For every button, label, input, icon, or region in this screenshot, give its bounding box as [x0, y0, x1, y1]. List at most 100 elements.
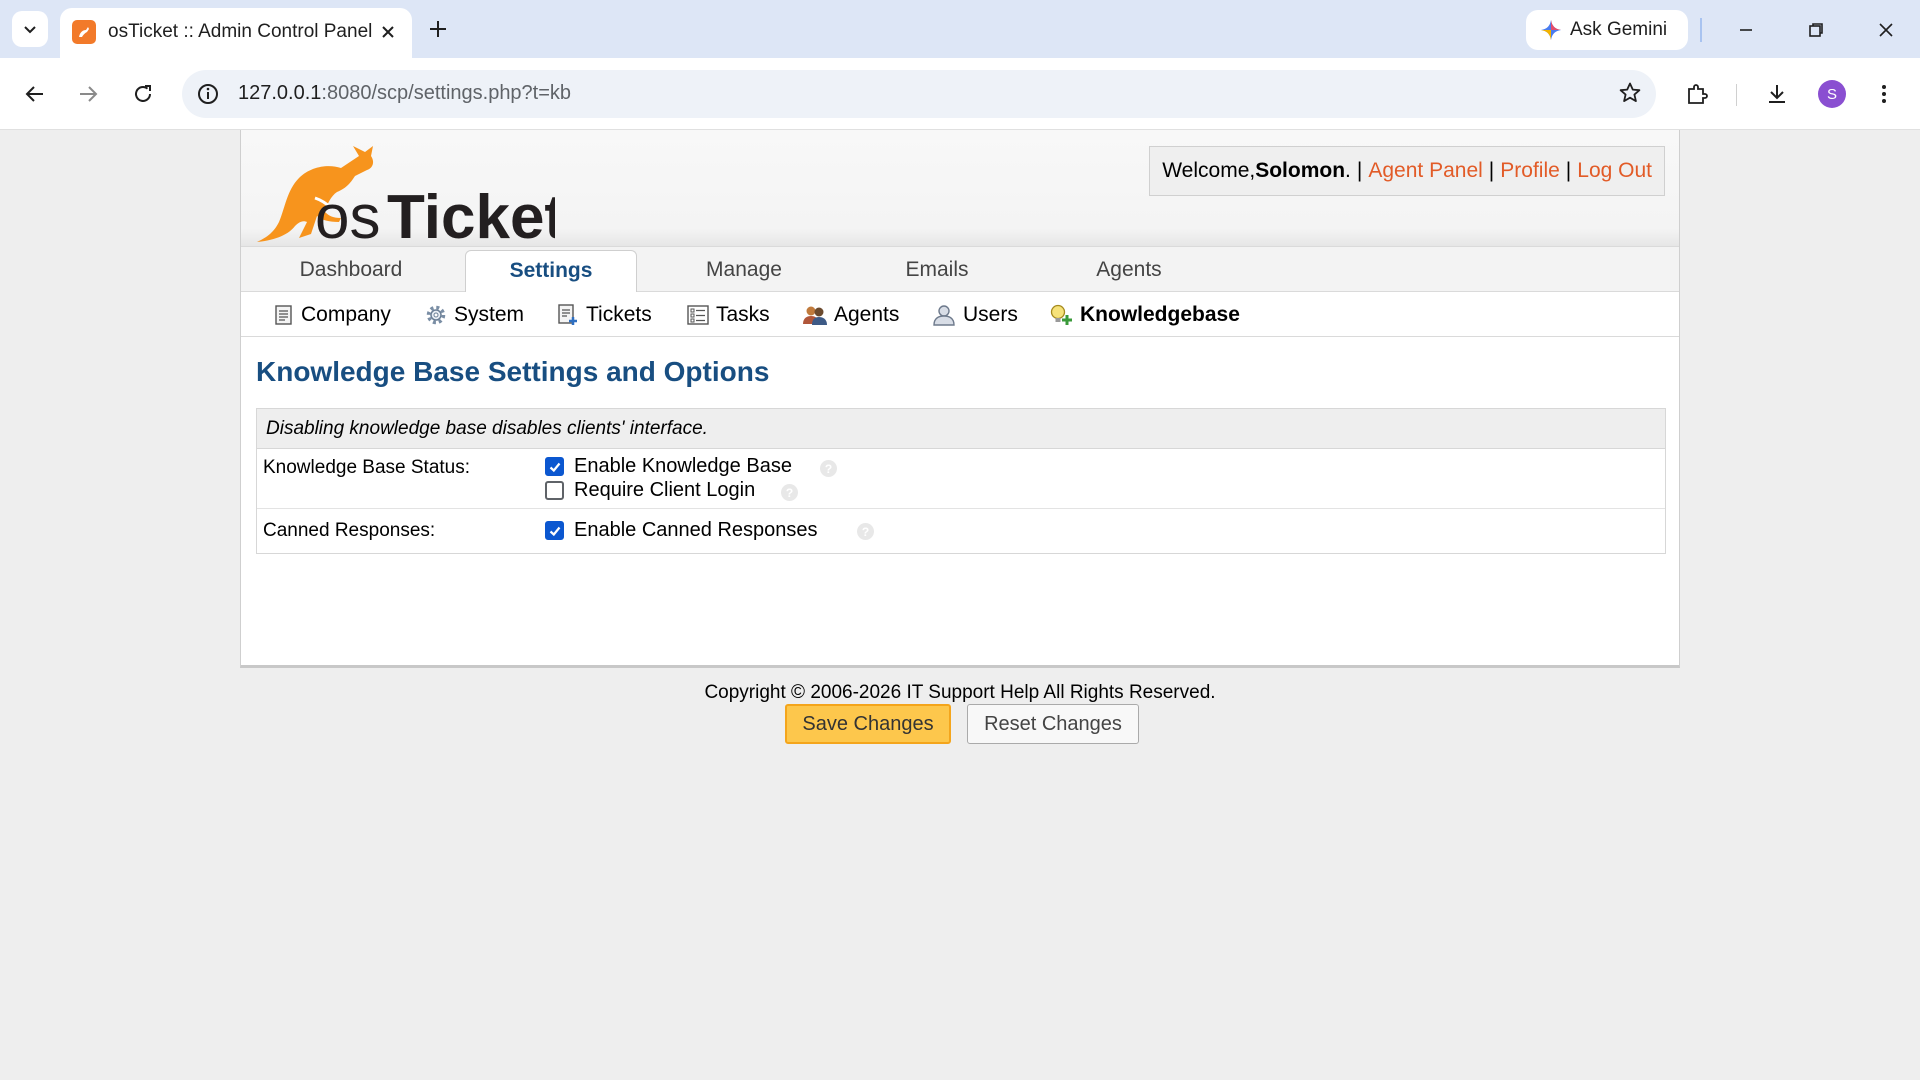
- restore-button[interactable]: [1788, 10, 1844, 50]
- browser-toolbar: 127.0.0.1:8080/scp/settings.php?t=kb: [0, 58, 1920, 130]
- back-button[interactable]: [17, 76, 53, 112]
- url-text[interactable]: 127.0.0.1:8080/scp/settings.php?t=kb: [238, 82, 571, 105]
- osticket-logo[interactable]: os Ticket: [255, 138, 565, 252]
- subnav-tasks-label: Tasks: [716, 302, 770, 326]
- user-info-bar: Welcome, Solomon. | Agent Panel | Profil…: [1149, 146, 1665, 196]
- forward-button[interactable]: [70, 76, 106, 112]
- chevron-down-icon: [24, 26, 36, 34]
- toolbar-separator: [1736, 84, 1737, 106]
- require-client-login-label[interactable]: Require Client Login: [574, 479, 755, 502]
- welcome-prefix: Welcome,: [1162, 159, 1256, 182]
- bookmark-star-icon[interactable]: [1618, 81, 1642, 105]
- help-tip-icon[interactable]: ?: [820, 460, 837, 477]
- subnav-tasks[interactable]: Tasks: [686, 292, 770, 337]
- footer: Copyright © 2006-2026 IT Support Help Al…: [0, 682, 1920, 704]
- subnav-users[interactable]: Users: [931, 292, 1018, 337]
- settings-note: Disabling knowledge base disables client…: [257, 409, 1665, 449]
- site-info-icon[interactable]: [196, 82, 220, 106]
- url-path: :8080/scp/settings.php?t=kb: [321, 82, 572, 104]
- sub-nav: Company System Tickets Tasks Agents User…: [241, 292, 1679, 337]
- enable-knowledge-base-option[interactable]: Enable Knowledge Base: [545, 455, 792, 478]
- canned-responses-row: Canned Responses: Enable Canned Response…: [257, 509, 1665, 553]
- enable-knowledge-base-checkbox[interactable]: [545, 457, 564, 476]
- logo-os-text: os: [315, 183, 380, 244]
- tab-manage[interactable]: Manage: [658, 247, 830, 293]
- site-header: os Ticket Welcome, Solomon. | Agent Pane…: [241, 130, 1679, 252]
- subnav-agents[interactable]: Agents: [802, 292, 899, 337]
- help-tip-icon[interactable]: ?: [857, 523, 874, 540]
- reset-changes-button[interactable]: Reset Changes: [967, 704, 1139, 744]
- separator: |: [1356, 159, 1363, 182]
- user-name: Solomon: [1255, 159, 1346, 182]
- subnav-tickets-label: Tickets: [586, 302, 652, 326]
- new-tab-button[interactable]: [422, 13, 454, 45]
- tabstrip-divider: [1700, 18, 1702, 42]
- reload-button[interactable]: [125, 76, 161, 112]
- require-client-login-checkbox[interactable]: [545, 481, 564, 500]
- canned-responses-label: Canned Responses:: [263, 520, 436, 541]
- save-changes-button[interactable]: Save Changes: [785, 704, 951, 744]
- enable-canned-responses-checkbox[interactable]: [545, 521, 564, 540]
- browser-menu-button[interactable]: [1866, 76, 1902, 112]
- restore-icon: [1809, 23, 1823, 37]
- enable-canned-responses-label[interactable]: Enable Canned Responses: [574, 519, 818, 542]
- tasks-icon: [686, 303, 710, 327]
- subnav-tickets[interactable]: Tickets: [556, 292, 652, 337]
- knowledge-base-status-row: Knowledge Base Status: Enable Knowledge …: [257, 449, 1665, 509]
- close-icon: [1879, 23, 1893, 37]
- address-bar[interactable]: 127.0.0.1:8080/scp/settings.php?t=kb: [182, 70, 1656, 118]
- logo-ticket-text: Ticket: [387, 183, 555, 244]
- close-window-button[interactable]: [1858, 10, 1914, 50]
- tab-close-button[interactable]: [374, 18, 402, 46]
- users-icon: [931, 303, 957, 327]
- download-icon: [1769, 85, 1785, 103]
- enable-knowledge-base-label[interactable]: Enable Knowledge Base: [574, 455, 792, 478]
- settings-table: Disabling knowledge base disables client…: [256, 408, 1666, 554]
- osticket-favicon-icon: [72, 20, 96, 44]
- downloads-button[interactable]: [1759, 76, 1795, 112]
- osticket-page: os Ticket Welcome, Solomon. | Agent Pane…: [240, 130, 1680, 744]
- url-host: 127.0.0.1: [238, 82, 322, 104]
- puzzle-icon: [1688, 84, 1708, 104]
- tab-emails[interactable]: Emails: [851, 247, 1023, 293]
- ask-gemini-button[interactable]: Ask Gemini: [1526, 10, 1688, 50]
- knowledgebase-icon: [1048, 303, 1074, 327]
- close-icon: [382, 26, 394, 38]
- tab-search-button[interactable]: [12, 11, 48, 47]
- checkmark-icon: [549, 462, 560, 472]
- logout-link[interactable]: Log Out: [1577, 159, 1652, 183]
- welcome-suffix: .: [1345, 159, 1351, 182]
- ask-gemini-label: Ask Gemini: [1570, 19, 1668, 40]
- enable-canned-responses-option[interactable]: Enable Canned Responses: [545, 519, 818, 542]
- minimize-icon: [1740, 29, 1752, 31]
- company-icon: [273, 304, 295, 326]
- tab-settings[interactable]: Settings: [465, 250, 637, 295]
- subnav-knowledgebase-label: Knowledgebase: [1080, 302, 1240, 326]
- reload-icon: [135, 85, 151, 102]
- separator: |: [1488, 159, 1495, 182]
- subnav-company[interactable]: Company: [273, 292, 391, 337]
- tab-agents[interactable]: Agents: [1043, 247, 1215, 293]
- tab-dashboard[interactable]: Dashboard: [265, 247, 437, 293]
- agents-icon: [802, 303, 828, 327]
- subnav-knowledgebase[interactable]: Knowledgebase: [1048, 292, 1240, 337]
- subnav-system-label: System: [454, 302, 525, 326]
- checkmark-icon: [549, 526, 560, 536]
- subnav-system[interactable]: System: [424, 292, 524, 337]
- browser-tabstrip: osTicket :: Admin Control Panel Ask Gemi…: [0, 0, 1920, 58]
- browser-tab[interactable]: osTicket :: Admin Control Panel: [60, 8, 412, 58]
- separator: |: [1565, 159, 1572, 182]
- help-tip-icon[interactable]: ?: [781, 484, 798, 501]
- gemini-star-icon: [1540, 19, 1562, 41]
- require-client-login-option[interactable]: Require Client Login: [545, 479, 755, 502]
- profile-link[interactable]: Profile: [1500, 159, 1560, 183]
- extensions-button[interactable]: [1679, 76, 1715, 112]
- profile-avatar[interactable]: S: [1818, 80, 1846, 108]
- subnav-company-label: Company: [301, 302, 391, 326]
- minimize-button[interactable]: [1718, 10, 1774, 50]
- tab-title: osTicket :: Admin Control Panel: [108, 21, 373, 42]
- main-nav: Dashboard Settings Manage Emails Agents: [241, 246, 1679, 295]
- subnav-users-label: Users: [963, 302, 1018, 326]
- page-title: Knowledge Base Settings and Options: [256, 356, 770, 387]
- agent-panel-link[interactable]: Agent Panel: [1368, 159, 1482, 183]
